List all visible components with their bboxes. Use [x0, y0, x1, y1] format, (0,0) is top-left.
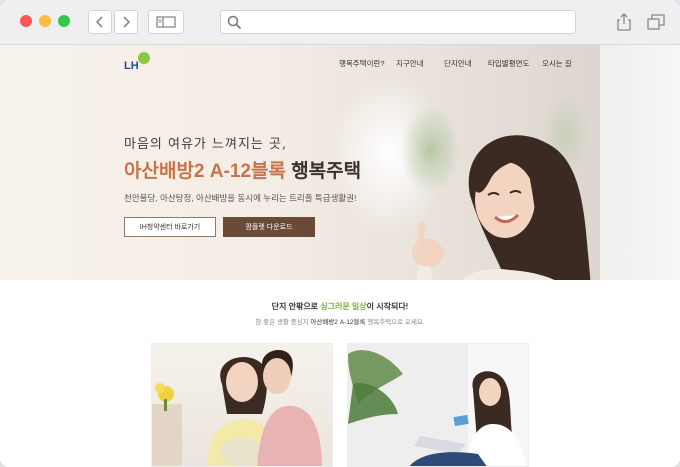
hero-right-fade: [600, 45, 680, 280]
section-title-post: 이 시작되다!: [366, 302, 409, 311]
family-photo: [152, 349, 322, 466]
minimize-window-button[interactable]: [39, 15, 51, 27]
woman-laptop-photo-card[interactable]: [347, 343, 529, 467]
family-photo-card[interactable]: [151, 343, 333, 467]
hero-title-accent: 아산배방2 A-12블록: [124, 161, 286, 182]
nav-item-directions[interactable]: 오시는 길: [542, 58, 572, 69]
hero-subtitle: 마음의 여유가 느껴지는 곳,: [124, 137, 288, 152]
address-bar[interactable]: [220, 10, 576, 34]
close-window-button[interactable]: [20, 15, 32, 27]
section-sub-post: 행복주택으로 오세요.: [365, 319, 425, 326]
search-icon: [227, 15, 242, 30]
nav-item-floorplan[interactable]: 타입별평면도: [488, 58, 529, 69]
back-button[interactable]: [88, 10, 112, 34]
section-sub-bold: 아산배방2 A-12블록: [310, 319, 366, 326]
share-button[interactable]: [612, 10, 636, 34]
nav-item-district[interactable]: 지구안내: [396, 58, 424, 69]
section-sub-pre: 참 좋은 생활 중심지: [255, 319, 311, 326]
hero-title-rest: 행복주택: [285, 161, 362, 182]
apply-center-button[interactable]: IH청약센터 바로가기: [124, 217, 216, 237]
nav-item-about[interactable]: 행복주택이란?: [339, 58, 385, 69]
logo-text: LH: [124, 60, 139, 72]
hero-woman-image: [412, 135, 591, 280]
section-title-accent: 싱그러운 일상: [320, 302, 367, 311]
lh-logo[interactable]: LH: [124, 52, 156, 74]
tabs-button[interactable]: [644, 10, 668, 34]
forward-icon: [123, 16, 131, 28]
browser-window: LH 행복주택이란? 지구안내 단지안내 타입별평면도 오시는 길 마음의 여유…: [0, 0, 680, 467]
sidebar-icon: [156, 16, 176, 28]
nav-item-complex[interactable]: 단지안내: [444, 58, 472, 69]
section-subtitle: 참 좋은 생활 중심지 아산배방2 A-12블록 행복주택으로 오세요.: [0, 316, 680, 326]
brochure-download-button[interactable]: 팜플렛 다운로드: [223, 217, 315, 237]
woman-laptop-photo: [348, 344, 528, 466]
zoom-window-button[interactable]: [58, 15, 70, 27]
section-title-pre: 단지 안팎으로: [271, 302, 321, 311]
sidebar-button[interactable]: [148, 10, 184, 34]
back-icon: [95, 16, 103, 28]
hero-description: 천안불당, 아산탕정, 아산배방을 동시에 누리는 트리플 특급생활권!: [124, 193, 357, 203]
forward-button[interactable]: [114, 10, 138, 34]
section-title: 단지 안팎으로 싱그러운 일상이 시작되다!: [0, 301, 680, 312]
tabs-icon: [647, 14, 665, 30]
hero-title: 아산배방2 A-12블록 행복주택: [124, 156, 361, 183]
logo-leaf-icon: [138, 52, 150, 64]
share-icon: [617, 13, 631, 31]
browser-toolbar: [0, 0, 680, 45]
